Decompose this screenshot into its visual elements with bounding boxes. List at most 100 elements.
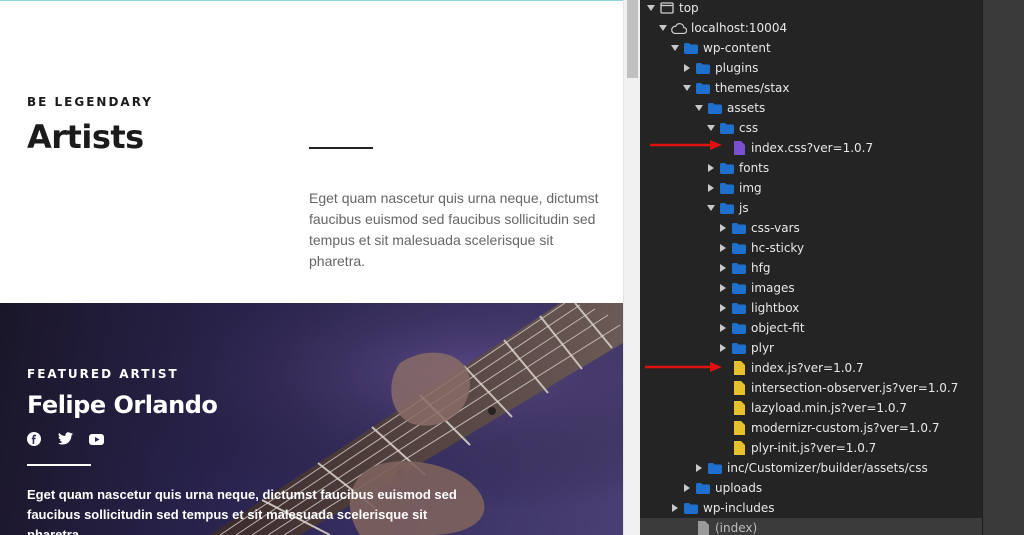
expand-arrow-icon[interactable] <box>658 23 668 33</box>
tree-item[interactable]: wp-includes <box>640 498 982 518</box>
folder-icon <box>695 81 711 95</box>
social-links <box>27 432 106 446</box>
folder-icon <box>731 341 747 355</box>
tree-item-label: uploads <box>715 481 763 495</box>
tree-item[interactable]: assets <box>640 98 982 118</box>
collapse-arrow-icon[interactable] <box>718 343 728 353</box>
tree-item[interactable]: lazyload.min.js?ver=1.0.7 <box>640 398 982 418</box>
tree-item-label: plyr <box>751 341 774 355</box>
page-title: Artists <box>27 118 144 156</box>
tree-item-label: images <box>751 281 795 295</box>
tree-item-label: img <box>739 181 762 195</box>
expand-arrow-icon[interactable] <box>646 3 656 13</box>
tree-item[interactable]: plyr-init.js?ver=1.0.7 <box>640 438 982 458</box>
expand-arrow-icon[interactable] <box>706 123 716 133</box>
tree-item[interactable]: uploads <box>640 478 982 498</box>
hero-eyebrow: FEATURED ARTIST <box>27 367 179 381</box>
tree-item-label: (index) <box>715 521 758 535</box>
tree-item[interactable]: localhost:10004 <box>640 18 982 38</box>
devtools-side-panel <box>982 0 1024 535</box>
tree-item[interactable]: (index) <box>640 518 982 535</box>
tree-item-label: inc/Customizer/builder/assets/css <box>727 461 928 475</box>
tree-item[interactable]: plyr <box>640 338 982 358</box>
tree-item-label: lightbox <box>751 301 800 315</box>
collapse-arrow-icon[interactable] <box>670 503 680 513</box>
tree-item[interactable]: intersection-observer.js?ver=1.0.7 <box>640 378 982 398</box>
css-file-icon <box>731 141 747 155</box>
folder-icon <box>719 181 735 195</box>
devtools-sources-tree: top localhost:10004 wp-content plugins theme… <box>640 0 982 535</box>
expand-arrow-icon[interactable] <box>682 83 692 93</box>
tree-item[interactable]: hc-sticky <box>640 238 982 258</box>
collapse-arrow-icon[interactable] <box>682 63 692 73</box>
tree-item[interactable]: object-fit <box>640 318 982 338</box>
collapse-arrow-icon[interactable] <box>706 163 716 173</box>
featured-artist-name: Felipe Orlando <box>27 391 218 419</box>
collapse-arrow-icon[interactable] <box>718 283 728 293</box>
tree-item-label: hfg <box>751 261 771 275</box>
folder-icon <box>731 321 747 335</box>
folder-icon <box>695 481 711 495</box>
featured-artist-hero: FEATURED ARTIST Felipe Orlando Eget quam… <box>0 303 623 535</box>
collapse-arrow-icon[interactable] <box>718 223 728 233</box>
hero-description: Eget quam nascetur quis urna neque, dict… <box>27 487 457 535</box>
arrow-spacer <box>682 523 692 533</box>
collapse-arrow-icon[interactable] <box>718 323 728 333</box>
tree-item-label: wp-content <box>703 41 771 55</box>
folder-icon <box>683 41 699 55</box>
tree-item[interactable]: inc/Customizer/builder/assets/css <box>640 458 982 478</box>
expand-arrow-icon[interactable] <box>694 103 704 113</box>
tree-item[interactable]: lightbox <box>640 298 982 318</box>
tree-item[interactable]: modernizr-custom.js?ver=1.0.7 <box>640 418 982 438</box>
js-file-icon <box>731 441 747 455</box>
tree-item[interactable]: top <box>640 0 982 18</box>
tree-item-label: object-fit <box>751 321 805 335</box>
intro-paragraph: Eget quam nascetur quis urna neque, dict… <box>309 190 599 269</box>
page-scrollbar-thumb[interactable] <box>627 0 638 78</box>
expand-arrow-icon[interactable] <box>670 43 680 53</box>
page-scrollbar[interactable] <box>623 0 640 535</box>
tree-item-label: css <box>739 121 759 135</box>
section-eyebrow: BE LEGENDARY <box>27 95 153 109</box>
tree-item-label: fonts <box>739 161 770 175</box>
tree-item[interactable]: js <box>640 198 982 218</box>
tree-item-label: js <box>739 201 749 215</box>
tree-item-label: index.js?ver=1.0.7 <box>751 361 864 375</box>
tree-item-label: wp-includes <box>703 501 775 515</box>
arrow-spacer <box>718 443 728 453</box>
tree-item-label: plyr-init.js?ver=1.0.7 <box>751 441 877 455</box>
collapse-arrow-icon[interactable] <box>682 483 692 493</box>
tree-item[interactable]: img <box>640 178 982 198</box>
folder-icon <box>731 281 747 295</box>
tree-item-label: plugins <box>715 61 759 75</box>
folder-icon <box>707 101 723 115</box>
youtube-icon[interactable] <box>89 432 106 446</box>
folder-icon <box>719 121 735 135</box>
twitter-icon[interactable] <box>58 432 75 446</box>
tree-item[interactable]: css-vars <box>640 218 982 238</box>
tree-item[interactable]: fonts <box>640 158 982 178</box>
collapse-arrow-icon[interactable] <box>718 303 728 313</box>
folder-icon <box>683 501 699 515</box>
tree-item[interactable]: wp-content <box>640 38 982 58</box>
folder-icon <box>707 461 723 475</box>
folder-icon <box>731 241 747 255</box>
annotation-arrow-css <box>650 140 722 150</box>
expand-arrow-icon[interactable] <box>706 203 716 213</box>
tree-item[interactable]: images <box>640 278 982 298</box>
collapse-arrow-icon[interactable] <box>706 183 716 193</box>
tree-item-label: localhost:10004 <box>691 21 788 35</box>
js-file-icon <box>731 381 747 395</box>
collapse-arrow-icon[interactable] <box>694 463 704 473</box>
arrow-spacer <box>718 423 728 433</box>
tree-item[interactable]: plugins <box>640 58 982 78</box>
folder-icon <box>731 261 747 275</box>
collapse-arrow-icon[interactable] <box>718 263 728 273</box>
tree-item[interactable]: hfg <box>640 258 982 278</box>
tree-item-label: themes/stax <box>715 81 790 95</box>
collapse-arrow-icon[interactable] <box>718 243 728 253</box>
tree-item[interactable]: css <box>640 118 982 138</box>
facebook-icon[interactable] <box>27 432 44 446</box>
tree-item[interactable]: themes/stax <box>640 78 982 98</box>
tree-item-label: assets <box>727 101 766 115</box>
